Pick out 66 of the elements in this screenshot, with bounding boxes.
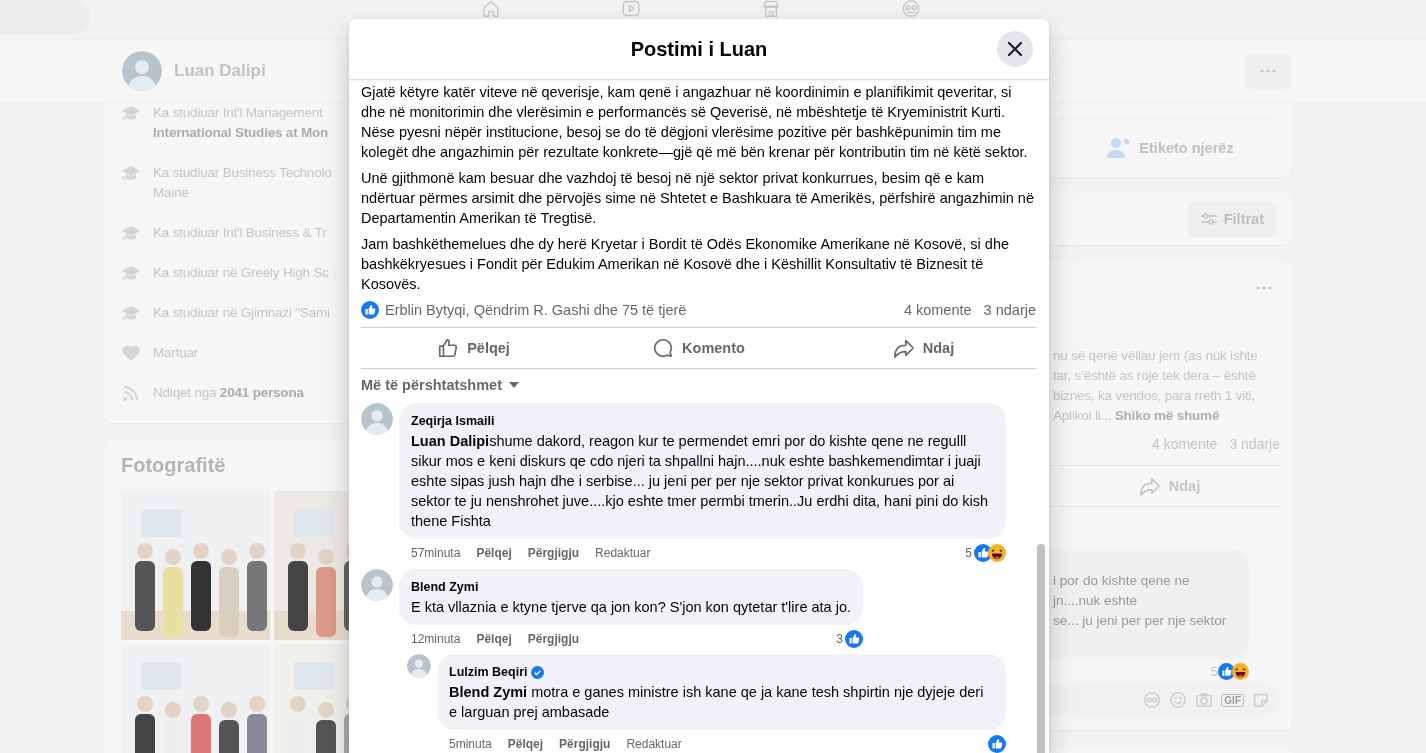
graduation-cap-icon bbox=[121, 303, 141, 323]
avatar[interactable] bbox=[407, 654, 431, 678]
camera-icon[interactable] bbox=[1195, 691, 1214, 709]
intro-text: International Studies at Mon bbox=[153, 124, 329, 142]
post-text: Unë gjithmonë kam besuar dhe vazhdoj të besoj në një sektor privat konkurrues, besim që e kam ndërtuar përmes arsimit dhe përvojës sime në Shtetet e Bashkuara të Amerikës, përfshirë angazhimin në Departamentin Amerikan të Tregtisë. bbox=[361, 169, 1035, 228]
edited-label: Redaktuar bbox=[595, 545, 651, 560]
comment-action-link[interactable]: Pëlqej bbox=[507, 736, 544, 751]
emoji-icon[interactable] bbox=[1169, 691, 1188, 709]
like-reaction-icon bbox=[361, 301, 379, 319]
avatar[interactable] bbox=[122, 51, 162, 91]
graduation-cap-icon bbox=[121, 103, 141, 123]
sticker-icon[interactable] bbox=[1252, 691, 1270, 709]
graduation-cap-icon bbox=[121, 223, 141, 243]
comment-author[interactable]: Zeqirja Ismaili bbox=[411, 414, 495, 428]
more-icon[interactable] bbox=[1256, 286, 1272, 290]
section-title: Fotografitë bbox=[121, 454, 226, 477]
more-icon bbox=[1260, 69, 1276, 73]
sliders-icon bbox=[1199, 212, 1218, 226]
comment-action-link[interactable]: Pëlqej bbox=[476, 545, 512, 560]
person-tag-icon bbox=[1107, 137, 1132, 159]
heart-icon bbox=[121, 343, 141, 363]
reaction-count[interactable]: 5 bbox=[965, 545, 972, 560]
more-button[interactable] bbox=[1245, 53, 1291, 89]
reaction-count[interactable]: 3 bbox=[836, 631, 843, 646]
comments-count[interactable]: 4 komente bbox=[903, 302, 972, 318]
reactors-link[interactable]: Erblin Bytyqi, Qëndrim R. Gashi dhe 75 të tjerë bbox=[385, 302, 687, 318]
thumbs-up-icon bbox=[437, 337, 460, 359]
shares-count[interactable]: 3 ndarje bbox=[983, 302, 1036, 318]
comment-time[interactable]: 12minuta bbox=[411, 631, 461, 646]
comment-action-link[interactable]: Përgjigju bbox=[527, 631, 580, 646]
post-text: Gjatë këtyre katër viteve në qeverisje, kam qenë i angazhuar në koordinimin e planifikimit qeveritar, si dhe në monitorimin dhe vlerësimin e performancës së Qeverisë, në mbështetje të Kryeministrit Kurti. Nëse pyesni nëpër institucione, besoj se do të dëgjoni vlerësime pozitive për bashkëpunimin tim me kolegët dhe angazhimin për rezultate konkrete—gjë që më bën krenar për kontributin tim në këtë sektor. bbox=[361, 83, 1029, 162]
comment-text: Blend Zymi motra e ganes ministre ish kane qe ja kane tesh shpirtin nje dyjeje deri e larguan prej ambasade bbox=[449, 683, 985, 722]
avatar[interactable] bbox=[361, 403, 393, 435]
rss-icon bbox=[121, 383, 141, 403]
close-icon bbox=[1007, 41, 1023, 57]
comment-text: E kta vllaznia e ktyne tjerve qa jon kon? S'jon kon qytetar t'lire ata jo. bbox=[411, 598, 851, 617]
comment-action-link[interactable]: Përgjigju bbox=[559, 736, 611, 751]
comment-text: jn....nuk eshte bbox=[1053, 592, 1139, 610]
close-button[interactable] bbox=[997, 31, 1033, 67]
comment-icon bbox=[652, 337, 675, 359]
comment-action-link[interactable]: Përgjigju bbox=[527, 545, 580, 560]
avatar[interactable] bbox=[361, 569, 393, 601]
graduation-cap-icon bbox=[121, 263, 141, 283]
like-button[interactable]: Pëlqej bbox=[361, 328, 586, 368]
share-icon bbox=[892, 337, 915, 359]
avatar-sticker-icon[interactable] bbox=[1143, 691, 1162, 709]
comment-time[interactable]: 57minuta bbox=[411, 545, 461, 560]
sort-dropdown[interactable]: Më të përshtatshmet bbox=[361, 375, 520, 395]
dialog-title: Postimi i Luan bbox=[630, 37, 768, 61]
laughing-emoji-icon bbox=[1232, 663, 1249, 680]
comment-text: se... ju jeni per per nje sektor bbox=[1053, 612, 1228, 630]
edited-label: Redaktuar bbox=[626, 736, 682, 751]
comment-author[interactable]: Lulzim Beqiri bbox=[449, 665, 528, 679]
graduation-cap-icon bbox=[121, 163, 141, 183]
post-text: Jam bashkëthemelues dhe dy herë Kryetar i Bordit të Odës Ekonomike Amerikane në Kosovë, si dhe bashkëkryesues i Fondit për Edukim Amerikan në Kosovë dhe i Këshillit Konsultativ të Biznesit të Kosovës. bbox=[361, 235, 1010, 294]
comment-text: i por do kishte qene ne bbox=[1053, 572, 1191, 590]
comment-text: Luan Dalipishume dakord, reagon kur te permendet emri por do kishte qene ne regulll sikur mos e keni diskurs qe cdo njeri ta shpallni hajn....nuk eshte bashkemendimtar i juaji eshte sipas jush hajn dhe i serbise... ju jeni per per nje sektor privat konkurues por ai sektor te ju nenshrohet juve....kjo eshte tmer permbi tmerin..Ju erdhi dita, hani pini do kish thene Fishta bbox=[411, 432, 990, 531]
like-reaction-icon bbox=[845, 629, 863, 648]
comment-author[interactable]: Blend Zymi bbox=[411, 580, 479, 594]
comment-action-link[interactable]: Pëlqej bbox=[476, 631, 512, 646]
laughing-emoji-icon bbox=[988, 543, 1006, 562]
comment-time[interactable]: 5minuta bbox=[449, 736, 492, 751]
comment-button[interactable]: Komento bbox=[586, 328, 811, 368]
share-icon bbox=[1138, 476, 1161, 496]
share-button[interactable]: Ndaj bbox=[811, 328, 1036, 368]
caret-icon bbox=[508, 381, 520, 389]
